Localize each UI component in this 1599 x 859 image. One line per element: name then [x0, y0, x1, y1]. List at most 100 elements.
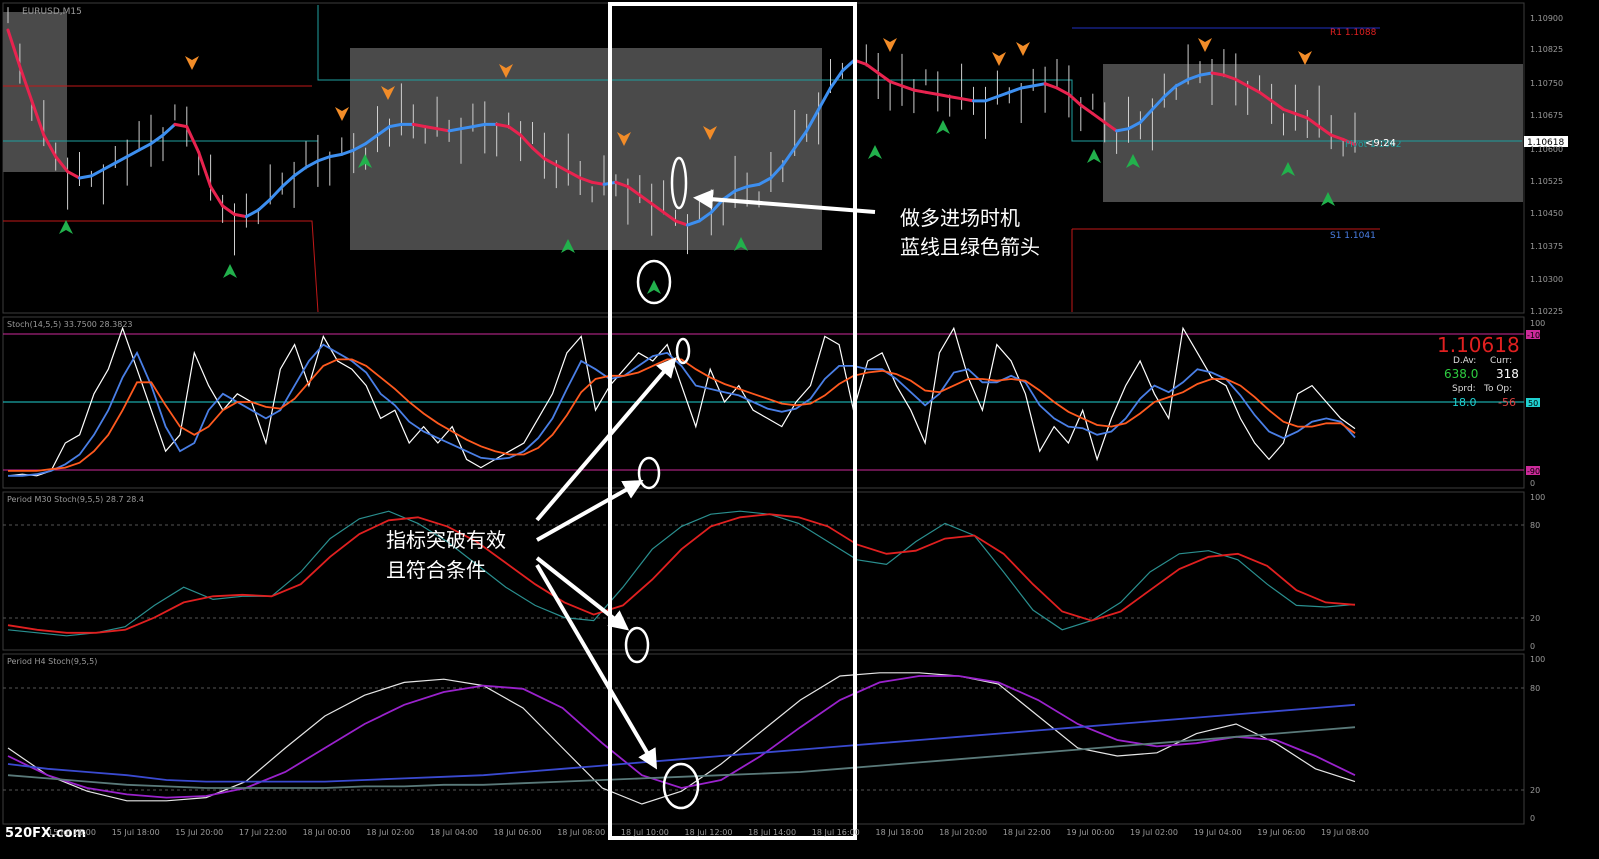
h4-tick: 0 — [1530, 814, 1535, 823]
ma-segment — [984, 95, 999, 103]
time-tick-label: 18 Jul 14:00 — [748, 828, 796, 837]
ma-segment — [304, 159, 320, 169]
time-tick-label: 15 Jul 16:00 — [48, 828, 96, 837]
ma-segment — [280, 174, 296, 189]
stoch-price-big: 1.10618 — [1437, 333, 1520, 357]
m30-label: Period M30 Stoch(9,5,5) 28.7 28.4 — [7, 495, 144, 504]
price-tick: 1.10825 — [1530, 45, 1563, 54]
time-tick-label: 18 Jul 18:00 — [876, 828, 924, 837]
ma-segment — [1007, 86, 1023, 94]
price-tick: 1.10900 — [1530, 14, 1563, 23]
time-tick-label: 18 Jul 00:00 — [303, 828, 351, 837]
m30-series-1 — [7, 510, 1356, 637]
time-tick-label: 19 Jul 04:00 — [1194, 828, 1242, 837]
h4-series-1 — [7, 672, 1356, 805]
ma-segment — [936, 92, 952, 99]
ma-segment — [888, 80, 904, 88]
ma-segment — [316, 155, 332, 163]
buy-arrow-icon — [647, 280, 661, 294]
sell-arrow-icon — [1016, 42, 1030, 56]
ma-segment — [459, 125, 475, 131]
buy-arrow-icon — [1087, 149, 1101, 163]
ma-segment — [113, 155, 129, 165]
h4-panel-frame — [2, 653, 1525, 825]
stoch-series-3 — [8, 358, 1356, 472]
m30-tick: 0 — [1530, 642, 1535, 651]
time-axis: 15 Jul 16:00 15 Jul 18:00 15 Jul 20:00 17 J… — [48, 828, 1369, 837]
arrow-stoch-bottom — [536, 480, 644, 542]
buy-arrow-icon — [223, 264, 237, 278]
m30-stoch-lines — [7, 510, 1356, 637]
ma-segment — [900, 84, 916, 92]
ma-segment — [173, 122, 189, 129]
dav-value: 638.0 — [1444, 367, 1478, 381]
ma-segment — [1079, 103, 1095, 116]
ma-segment — [1198, 71, 1214, 77]
ma-segment — [89, 167, 105, 178]
entry-annotation-line2: 蓝线且绿色箭头 — [900, 235, 1040, 259]
sell-arrow-icon — [883, 38, 897, 52]
stoch-level-lo: -90 — [1527, 467, 1540, 476]
time-tick-label: 19 Jul 08:00 — [1321, 828, 1369, 837]
time-tick-label: 18 Jul 04:00 — [430, 828, 478, 837]
ma-segment — [66, 170, 81, 180]
sell-arrow-icon — [1198, 38, 1212, 52]
stoch-series-2 — [8, 343, 1356, 477]
ma-segment — [590, 180, 606, 186]
sell-arrow-icon — [992, 52, 1006, 66]
arrow-stoch-top — [535, 356, 677, 522]
ma-segment — [78, 174, 93, 180]
symbol-label: EURUSD,M15 — [22, 7, 82, 17]
stoch-level-mid: 50 — [1528, 399, 1538, 408]
time-tick-label: 19 Jul 02:00 — [1130, 828, 1178, 837]
sprd-value: 18.0 — [1452, 396, 1477, 409]
ma-segment — [244, 208, 260, 219]
ellipse-m30 — [624, 626, 650, 664]
ma-segment — [328, 152, 344, 159]
signal-annotation-line1: 指标突破有效 — [386, 528, 506, 552]
time-tick-label: 18 Jul 06:00 — [494, 828, 542, 837]
time-tick-label: 15 Jul 20:00 — [175, 828, 223, 837]
buy-arrow-icon — [59, 220, 73, 234]
time-tick-label: 18 Jul 20:00 — [939, 828, 987, 837]
zone-1 — [3, 12, 67, 172]
sell-arrow-icon — [335, 107, 349, 121]
time-tick-label: 19 Jul 00:00 — [1066, 828, 1114, 837]
signal-annotation-line2: 且符合条件 — [386, 558, 486, 582]
ma-segment — [101, 161, 117, 171]
ma-segment — [292, 165, 308, 178]
stoch-label: Stoch(14,5,5) 33.7500 28.3823 — [7, 320, 133, 329]
time-tick-label: 19 Jul 06:00 — [1257, 828, 1305, 837]
m30-tick: 100 — [1530, 493, 1545, 502]
sell-arrow-icon — [1298, 51, 1312, 65]
ma-segment — [1067, 92, 1083, 107]
price-tick: 1.10750 — [1530, 79, 1563, 88]
price-tick: 1.10600 — [1530, 145, 1563, 154]
h4-series-2 — [7, 675, 1356, 799]
price-tick: 1.10675 — [1530, 111, 1563, 120]
toop-value: -56 — [1498, 396, 1516, 409]
r1-label: R1 1.1088 — [1330, 28, 1377, 38]
ma-segment — [1043, 82, 1059, 90]
ma-segment — [924, 90, 940, 96]
ellipse-stoch-bottom — [637, 456, 661, 490]
ma-segment — [1210, 71, 1226, 77]
h4-tick: 100 — [1530, 655, 1545, 664]
h4-series-4 — [7, 726, 1356, 789]
ma-segment — [1031, 82, 1047, 88]
timer-label: <9:24 — [1365, 138, 1396, 149]
ma-segment — [864, 62, 880, 75]
ma-segment — [960, 97, 975, 103]
time-tick-label: 17 Jul 22:00 — [239, 828, 287, 837]
h4-tick: 80 — [1530, 684, 1540, 693]
time-tick-label: 15 Jul 18:00 — [112, 828, 160, 837]
time-tick-label: 18 Jul 02:00 — [366, 828, 414, 837]
prev-day-support-line — [3, 220, 319, 313]
s1-label: S1 1.1041 — [1330, 231, 1376, 241]
m30-tick: 20 — [1530, 614, 1540, 623]
ma-segment — [137, 142, 153, 152]
price-tick: 1.10375 — [1530, 242, 1563, 251]
zone-3 — [1103, 64, 1523, 202]
ma-segment — [125, 148, 141, 159]
ma-segment — [185, 125, 201, 154]
